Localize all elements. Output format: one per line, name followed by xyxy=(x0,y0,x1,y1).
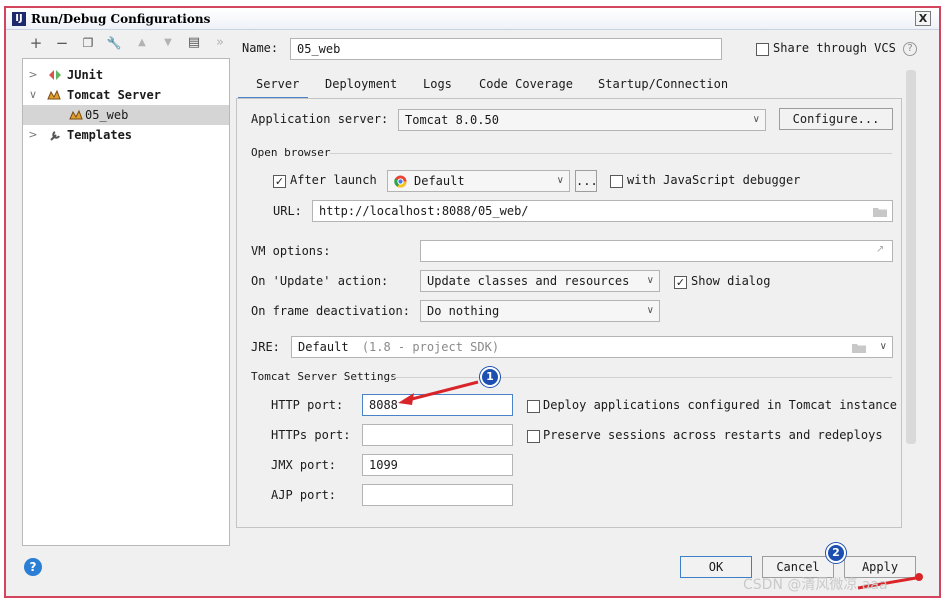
configuration-tree: > JUnit ∨ Tomcat Server 05_web > Templat… xyxy=(22,58,230,546)
tab-startup-connection[interactable]: Startup/Connection xyxy=(598,77,728,91)
jmx-port-field[interactable]: 1099 xyxy=(362,454,513,476)
expand-arrow-icon[interactable]: > xyxy=(27,125,39,145)
ok-button[interactable]: OK xyxy=(680,556,752,578)
expand-icon[interactable]: ↗ xyxy=(876,244,884,255)
js-debugger-checkbox[interactable] xyxy=(610,175,623,188)
tree-item-tomcat-server[interactable]: ∨ Tomcat Server xyxy=(23,85,229,105)
chevron-down-icon: ∨ xyxy=(646,305,654,316)
tree-item-label: Tomcat Server xyxy=(67,88,161,102)
chevron-down-icon: ∨ xyxy=(752,114,760,125)
chevron-down-icon: ∨ xyxy=(646,275,654,286)
jmx-port-label: JMX port: xyxy=(271,458,337,472)
browser-select[interactable]: Default ∨ xyxy=(387,170,570,192)
folder-icon[interactable] xyxy=(873,206,887,217)
app-server-select[interactable]: Tomcat 8.0.50 ∨ xyxy=(398,109,766,131)
vm-options-label: VM options: xyxy=(251,244,331,258)
tree-item-junit[interactable]: > JUnit xyxy=(23,65,229,85)
browser-value: Default xyxy=(414,174,465,188)
tree-item-05-web[interactable]: 05_web xyxy=(23,105,229,125)
tree-item-label: JUnit xyxy=(67,68,104,82)
app-server-label: Application server: xyxy=(251,112,389,126)
tab-code-coverage[interactable]: Code Coverage xyxy=(479,77,573,91)
vm-options-field[interactable] xyxy=(420,240,893,262)
http-port-label: HTTP port: xyxy=(271,398,344,412)
annotation-badge-1: 1 xyxy=(480,367,500,387)
configure-button[interactable]: Configure... xyxy=(779,108,893,130)
annotation-badge-2: 2 xyxy=(826,543,846,563)
move-down-icon[interactable]: ▼ xyxy=(160,34,176,52)
ajp-port-label: AJP port: xyxy=(271,488,337,502)
ajp-port-field[interactable] xyxy=(362,484,513,506)
config-toolbar: + − ❐ 🔧 ▲ ▼ ▤ » xyxy=(22,34,232,54)
section-divider xyxy=(330,153,892,154)
jre-value: Default xyxy=(298,340,349,354)
tree-item-label: 05_web xyxy=(85,108,129,122)
show-dialog-checkbox[interactable]: ✓ xyxy=(674,276,687,289)
tab-deployment[interactable]: Deployment xyxy=(325,77,397,91)
tomcat-config-icon xyxy=(69,109,83,120)
wrench-icon xyxy=(50,131,60,141)
move-up-icon[interactable]: ▲ xyxy=(134,34,150,52)
junit-icon xyxy=(49,70,61,80)
copy-icon[interactable]: ❐ xyxy=(80,34,96,52)
section-divider xyxy=(392,377,892,378)
browser-settings-button[interactable]: ... xyxy=(575,170,598,192)
http-port-field[interactable]: 8088 xyxy=(362,394,513,416)
after-launch-label: After launch xyxy=(290,173,377,187)
url-value: http://localhost:8088/05_web/ xyxy=(319,204,529,218)
window-title: Run/Debug Configurations xyxy=(31,12,211,26)
chevron-down-icon: ∨ xyxy=(879,341,887,352)
on-update-label: On 'Update' action: xyxy=(251,274,389,288)
preserve-sessions-label: Preserve sessions across restarts and re… xyxy=(543,428,883,442)
url-field[interactable]: http://localhost:8088/05_web/ xyxy=(312,200,893,222)
remove-icon[interactable]: − xyxy=(54,34,70,52)
deploy-apps-checkbox[interactable] xyxy=(527,400,540,413)
expand-arrow-icon[interactable]: > xyxy=(27,65,39,85)
close-button[interactable]: X xyxy=(915,11,931,26)
title-bar: IJ Run/Debug Configurations X xyxy=(6,8,939,30)
jre-hint: (1.8 - project SDK) xyxy=(361,340,500,354)
js-debugger-label: with JavaScript debugger xyxy=(627,173,801,187)
tab-logs[interactable]: Logs xyxy=(423,77,452,91)
tab-server[interactable]: Server xyxy=(256,77,299,91)
on-update-select[interactable]: Update classes and resources ∨ xyxy=(420,270,660,292)
tomcat-settings-section: Tomcat Server Settings xyxy=(251,370,397,383)
name-field[interactable]: 05_web xyxy=(290,38,722,60)
csdn-watermark: CSDN @清风微凉 aaa xyxy=(743,577,888,593)
after-launch-checkbox[interactable]: ✓ xyxy=(273,175,286,188)
on-frame-value: Do nothing xyxy=(427,304,500,318)
vertical-scrollbar[interactable] xyxy=(906,70,916,444)
collapse-arrow-icon[interactable]: ∨ xyxy=(27,85,39,105)
tree-item-templates[interactable]: > Templates xyxy=(23,125,229,145)
jre-select[interactable]: Default (1.8 - project SDK) ∨ xyxy=(291,336,893,358)
chrome-icon xyxy=(394,175,407,188)
wrench-icon[interactable]: 🔧 xyxy=(106,34,122,52)
deploy-apps-label: Deploy applications configured in Tomcat… xyxy=(543,398,898,412)
chevron-down-icon: ∨ xyxy=(556,175,564,186)
url-label: URL: xyxy=(273,204,302,218)
share-vcs-label: Share through VCS xyxy=(773,41,896,55)
folder-icon[interactable]: ▤ xyxy=(186,34,202,52)
https-port-field[interactable] xyxy=(362,424,513,446)
help-icon[interactable]: ? xyxy=(903,42,917,56)
jre-label: JRE: xyxy=(251,340,280,354)
open-browser-section: Open browser xyxy=(251,146,331,159)
add-icon[interactable]: + xyxy=(28,34,44,52)
on-frame-label: On frame deactivation: xyxy=(251,304,410,318)
preserve-sessions-checkbox[interactable] xyxy=(527,430,540,443)
on-frame-select[interactable]: Do nothing ∨ xyxy=(420,300,660,322)
on-update-value: Update classes and resources xyxy=(427,274,630,288)
share-vcs-checkbox[interactable] xyxy=(756,43,769,56)
name-label: Name: xyxy=(242,41,279,55)
tomcat-icon xyxy=(47,89,61,100)
more-icon[interactable]: » xyxy=(212,34,228,52)
show-dialog-label: Show dialog xyxy=(691,274,771,288)
app-server-value: Tomcat 8.0.50 xyxy=(405,113,499,127)
help-button[interactable]: ? xyxy=(24,558,42,576)
https-port-label: HTTPs port: xyxy=(271,428,351,442)
tree-item-label: Templates xyxy=(67,128,133,142)
folder-icon[interactable] xyxy=(852,342,866,353)
intellij-icon: IJ xyxy=(12,12,26,26)
